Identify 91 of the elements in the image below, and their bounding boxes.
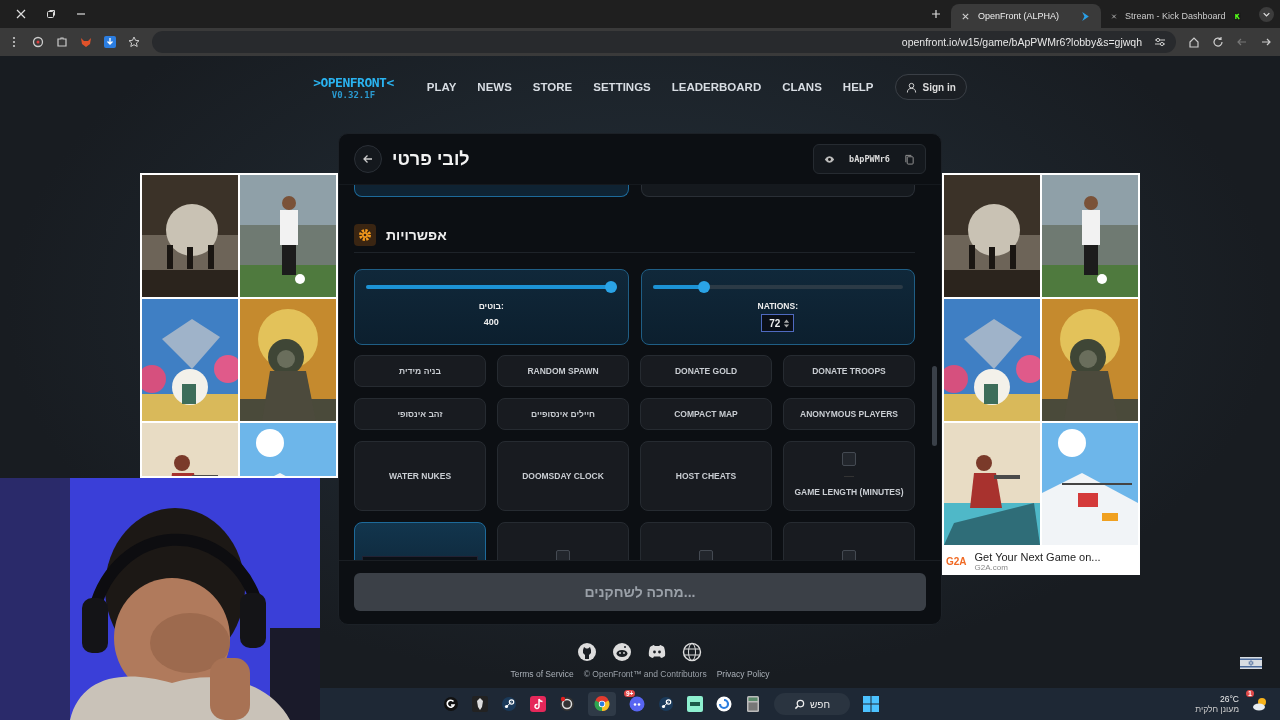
slider[interactable] [366, 281, 617, 293]
footer-link[interactable]: Privacy Policy [716, 669, 770, 679]
temperature-text: 26°C [1220, 694, 1239, 704]
lobby-code: bApPWMr6 [849, 154, 890, 164]
dropdown-icon[interactable] [1259, 6, 1274, 22]
globe-icon[interactable] [682, 642, 703, 662]
back-button[interactable] [354, 145, 382, 173]
option-button[interactable]: חיילים אינסופיים [497, 398, 629, 430]
slider-label: בוטים: [478, 301, 504, 311]
ad-caption[interactable]: Get Your Next Game on... [974, 551, 1101, 563]
option-button[interactable]: בניה מידית [354, 355, 486, 387]
cloud-sun-icon[interactable] [1252, 696, 1268, 712]
flag-icon[interactable] [1240, 657, 1262, 669]
restore-icon[interactable] [46, 9, 56, 19]
browser-icon [594, 696, 610, 712]
copyright-text: © OpenFront™ and Contributors [583, 669, 707, 679]
download-icon[interactable] [104, 36, 116, 48]
option-card[interactable] [354, 185, 629, 197]
brand-logo: G2A [946, 556, 967, 567]
nav-link[interactable]: NEWS [477, 81, 512, 93]
option-button[interactable]: RANDOM SPAWN [497, 355, 629, 387]
nav-link[interactable]: HELP [842, 81, 874, 93]
slider-value: 400 [483, 317, 499, 327]
app-icon[interactable] [443, 696, 459, 712]
option-button[interactable]: DOOMSDAY CLOCK [497, 441, 629, 511]
fox-icon[interactable] [80, 36, 92, 48]
spinner-icon[interactable] [783, 317, 791, 329]
eye-icon[interactable] [824, 153, 836, 165]
slider-label: NATIONS: [757, 301, 798, 311]
nav-link[interactable]: STORE [532, 81, 573, 93]
browser-tab[interactable]: OpenFront (ALPHA) [951, 4, 1101, 28]
discord-icon[interactable] [629, 696, 645, 712]
music-note-icon[interactable] [530, 696, 546, 712]
app-icon[interactable] [687, 696, 703, 712]
reddit-icon[interactable] [612, 642, 633, 662]
option-button[interactable]: HOST CHEATS [640, 441, 772, 511]
dialog-title: לובי פרטי [392, 148, 470, 170]
weather-text: מעונן חלקית [1195, 704, 1239, 714]
section-title: אפשרויות [386, 227, 447, 243]
option-card[interactable]: GAME LENGTH (MINUTES) [783, 441, 915, 511]
star-icon[interactable] [128, 36, 140, 48]
slider[interactable] [652, 281, 903, 293]
option-button[interactable]: זהב אינסופי [354, 398, 486, 430]
checkbox[interactable] [842, 452, 856, 466]
chevron-icon [1080, 10, 1091, 22]
github-icon[interactable] [577, 642, 598, 662]
user-icon [905, 81, 917, 93]
copy-icon[interactable] [904, 153, 915, 165]
checkbox[interactable] [556, 550, 570, 560]
search-icon [794, 698, 805, 710]
checkbox[interactable] [699, 550, 713, 560]
sign-in-button[interactable]: Sign in [894, 74, 967, 100]
option-button[interactable]: ANONYMOUS PLAYERS [783, 398, 915, 430]
steam-icon[interactable] [501, 696, 517, 712]
logo[interactable]: >OPENFRONT< [313, 74, 394, 90]
calculator-icon[interactable] [745, 696, 761, 712]
close-icon[interactable] [961, 11, 970, 21]
app-icon[interactable] [472, 696, 488, 712]
taskbar-button[interactable] [588, 692, 616, 716]
back-arrow-icon [362, 153, 374, 165]
checkbox[interactable] [842, 550, 856, 560]
forward-arrow-icon[interactable] [1260, 36, 1272, 48]
gear-icon [354, 224, 376, 246]
option-button[interactable]: DONATE TROOPS [783, 355, 915, 387]
nav-link[interactable]: CLANS [782, 81, 822, 93]
search-field[interactable]: חפש [774, 693, 850, 715]
extension-icon[interactable] [32, 36, 44, 48]
app-icon[interactable] [716, 696, 732, 712]
back-arrow-icon[interactable] [1236, 36, 1248, 48]
option-button[interactable]: WATER NUKES [354, 441, 486, 511]
ad-source: G2A.com [974, 563, 1009, 572]
number-field[interactable]: 72 [761, 314, 795, 332]
ad-panel[interactable] [140, 173, 338, 478]
new-tab-icon[interactable] [931, 9, 941, 19]
tune-icon[interactable] [1154, 36, 1166, 48]
option-button[interactable]: COMPACT MAP [640, 398, 772, 430]
option-button[interactable]: DONATE GOLD [640, 355, 772, 387]
browser-tab[interactable]: Stream - Kick Dashboard [1101, 4, 1251, 28]
reload-icon[interactable] [1212, 36, 1224, 48]
windows-icon[interactable] [863, 696, 879, 712]
app-icon[interactable] [559, 696, 575, 712]
nav-link[interactable]: PLAY [426, 81, 457, 93]
close-icon[interactable] [16, 9, 26, 19]
nav-link[interactable]: SETTINGS [593, 81, 651, 93]
home-icon[interactable] [1188, 36, 1200, 48]
nav-link[interactable]: LEADERBOARD [671, 81, 762, 93]
option-label: GAME LENGTH (MINUTES) [794, 487, 904, 497]
steam-icon[interactable] [658, 696, 674, 712]
address-field[interactable]: openfront.io/w15/game/bApPWMr6?lobby&s=gjwqh [152, 31, 1176, 53]
footer-link[interactable]: Terms of Service [510, 669, 574, 679]
version-label: V0.32.1F [331, 89, 376, 100]
